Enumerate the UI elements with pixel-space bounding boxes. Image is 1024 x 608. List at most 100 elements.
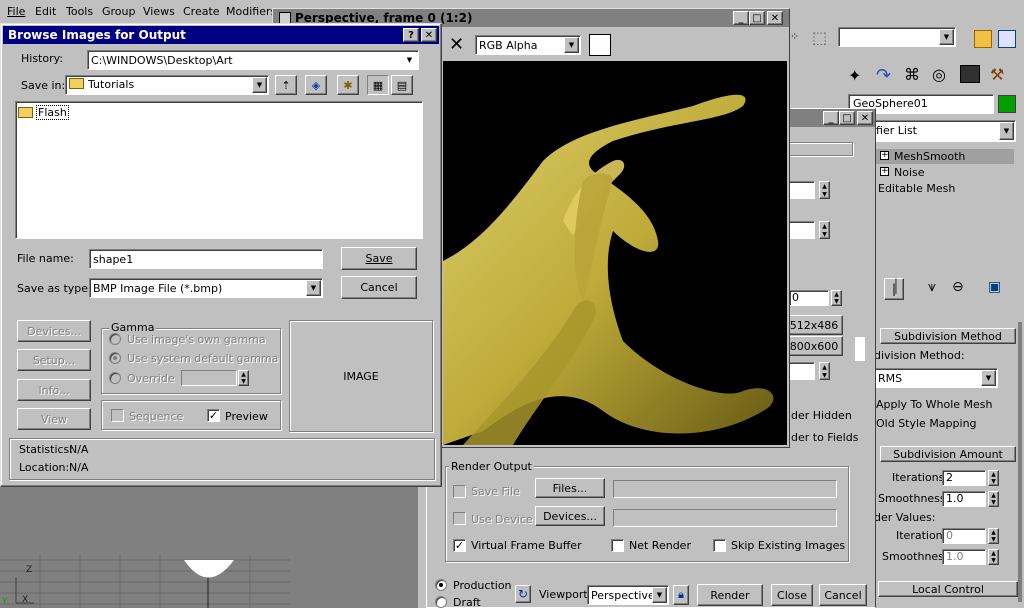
tool-icon-a[interactable]: ⁘ (790, 30, 804, 44)
smoothness-field[interactable]: 1.0 (942, 491, 986, 507)
up-folder-icon[interactable]: ⇡ (275, 75, 297, 95)
utilities-tab-icon[interactable]: ⚒ (990, 65, 1004, 84)
render-iterations-spinner[interactable]: ▲ ▼ (988, 528, 999, 544)
gamma-default-radio[interactable] (109, 352, 121, 364)
render-scrollbar[interactable] (855, 337, 865, 361)
menu-modifiers[interactable]: Modifiers (226, 5, 276, 18)
stack-item-noise[interactable]: + Noise (872, 165, 1014, 180)
create-tab-icon[interactable]: ✦ (848, 66, 861, 85)
desktop-icon[interactable]: ◈ (305, 75, 327, 95)
modifier-list-dropdown[interactable]: ifier List ▼ (870, 120, 1016, 142)
history-dropdown[interactable]: C:\WINDOWS\Desktop\Art ▼ (87, 50, 419, 70)
channel-dropdown[interactable]: RGB Alpha ▼ (475, 35, 581, 55)
maximize-icon[interactable]: □ (749, 11, 765, 25)
panel-scrollbar[interactable] (1018, 322, 1022, 602)
details-view-icon[interactable]: ▤ (391, 75, 413, 95)
gamma-override-field[interactable] (181, 370, 237, 386)
close-icon[interactable]: ✕ (767, 11, 783, 25)
rollout-header-subdivision-amount[interactable]: Subdivision Amount (880, 446, 1016, 462)
menu-tools[interactable]: Tools (66, 5, 93, 18)
apply-whole-mesh-checkbox[interactable]: Apply To Whole Mesh (876, 398, 993, 411)
maximize-icon[interactable]: □ (839, 111, 855, 125)
preset-800x600-button[interactable]: 800x600 (785, 336, 843, 356)
devices-button[interactable]: Devices... (17, 320, 91, 342)
view-button[interactable]: View (17, 408, 91, 430)
render-cancel-button[interactable]: Cancel (819, 584, 867, 606)
setup-button[interactable]: Setup... (17, 349, 91, 371)
viewport-dropdown[interactable]: Perspective ▼ (587, 585, 669, 605)
render-close-button[interactable]: Close (771, 584, 813, 606)
save-button[interactable]: Save (341, 247, 417, 270)
preview-checkbox[interactable]: ✓ (207, 409, 220, 422)
named-selection-dropdown[interactable]: ▼ (838, 27, 956, 47)
motion-tab-icon[interactable]: ◎ (932, 65, 946, 84)
gamma-own-radio[interactable] (109, 333, 121, 345)
align-icon[interactable] (998, 30, 1016, 48)
minimize-icon[interactable]: _ (733, 11, 749, 25)
show-result-icon[interactable]: ⏐ (892, 279, 900, 295)
sequence-checkbox[interactable] (111, 409, 124, 422)
iterations-spinner[interactable]: ▲ ▼ (988, 470, 999, 486)
menu-views[interactable]: Views (143, 5, 175, 18)
lock-icon[interactable]: 🔒︎ (673, 585, 689, 605)
hierarchy-tab-icon[interactable]: ⌘ (904, 65, 920, 84)
file-list[interactable]: Flash (15, 101, 423, 239)
expand-plus-icon[interactable]: + (880, 167, 889, 176)
production-radio[interactable] (435, 579, 447, 591)
color-swatch[interactable] (589, 34, 611, 56)
render-smoothness-field[interactable]: 1.0 (942, 549, 986, 565)
render-fields-label[interactable]: der to Fields (791, 431, 858, 444)
rollout-header-local-control[interactable]: Local Control (878, 581, 1018, 597)
preset-512x486-button[interactable]: 512x486 (785, 315, 843, 335)
render-field-0[interactable]: 0 (789, 290, 829, 306)
file-name-input[interactable]: shape1 (89, 249, 323, 269)
help-icon[interactable]: ? (403, 28, 419, 42)
render-spinner-c[interactable]: ▲ ▼ (819, 362, 830, 380)
iterations-field[interactable]: 2 (942, 470, 986, 486)
link-icon[interactable]: ↻ (515, 585, 531, 603)
net-render-checkbox[interactable] (611, 539, 624, 552)
list-view-icon[interactable]: ▦ (367, 75, 389, 95)
draft-radio[interactable] (435, 596, 447, 608)
clear-icon[interactable]: ✕ (449, 34, 464, 55)
subdivision-method-dropdown[interactable]: RMS ▼ (874, 368, 998, 388)
configure-sets-icon[interactable]: ▣ (988, 279, 1001, 295)
eraser-icon[interactable]: ⬚ (812, 28, 832, 48)
object-color-swatch[interactable] (998, 95, 1016, 113)
viewport[interactable]: Z X Y (0, 485, 418, 608)
use-device-checkbox[interactable] (453, 512, 466, 525)
menu-file[interactable]: File (7, 5, 25, 18)
modify-tab-icon[interactable]: ↷ (876, 65, 891, 86)
expand-plus-icon[interactable]: + (880, 151, 889, 160)
render-spinner-b[interactable]: ▲ ▼ (819, 221, 830, 239)
list-item[interactable]: Flash (18, 104, 69, 120)
info-button[interactable]: Info... (17, 379, 91, 401)
render-spinner-a[interactable]: ▲ ▼ (819, 181, 830, 199)
old-style-mapping-checkbox[interactable]: Old Style Mapping (876, 417, 977, 430)
mirror-icon[interactable] (974, 30, 992, 48)
gamma-override-radio[interactable] (109, 372, 121, 384)
make-unique-icon[interactable]: ⩛ (928, 279, 936, 295)
render-hidden-label[interactable]: der Hidden (791, 409, 852, 422)
save-file-checkbox[interactable] (453, 485, 466, 498)
minimize-icon[interactable]: _ (823, 111, 839, 125)
remove-modifier-icon[interactable]: ⊖ (952, 279, 964, 295)
render-spinner-0[interactable]: ▲ ▼ (831, 290, 842, 306)
stack-item-meshsmooth[interactable]: + MeshSmooth (872, 149, 1014, 164)
save-as-type-dropdown[interactable]: BMP Image File (*.bmp) ▼ (89, 278, 323, 298)
menu-create[interactable]: Create (183, 5, 220, 18)
new-folder-icon[interactable]: ✱ (337, 75, 359, 95)
menu-group[interactable]: Group (102, 5, 136, 18)
menu-edit[interactable]: Edit (35, 5, 56, 18)
display-tab-icon[interactable] (960, 65, 980, 83)
smoothness-spinner[interactable]: ▲ ▼ (988, 491, 999, 507)
files-button[interactable]: Files... (535, 478, 605, 498)
close-icon[interactable]: ✕ (857, 111, 873, 125)
rollout-header-subdivision-method[interactable]: Subdivision Method (880, 328, 1016, 344)
gamma-override-spinner[interactable]: ▲ ▼ (238, 370, 249, 386)
stack-item-editable-mesh[interactable]: Editable Mesh (872, 181, 1014, 196)
render-button[interactable]: Render (697, 584, 763, 606)
close-icon[interactable]: ✕ (421, 28, 437, 42)
render-devices-button[interactable]: Devices... (535, 506, 605, 526)
render-iterations-field[interactable]: 0 (942, 528, 986, 544)
